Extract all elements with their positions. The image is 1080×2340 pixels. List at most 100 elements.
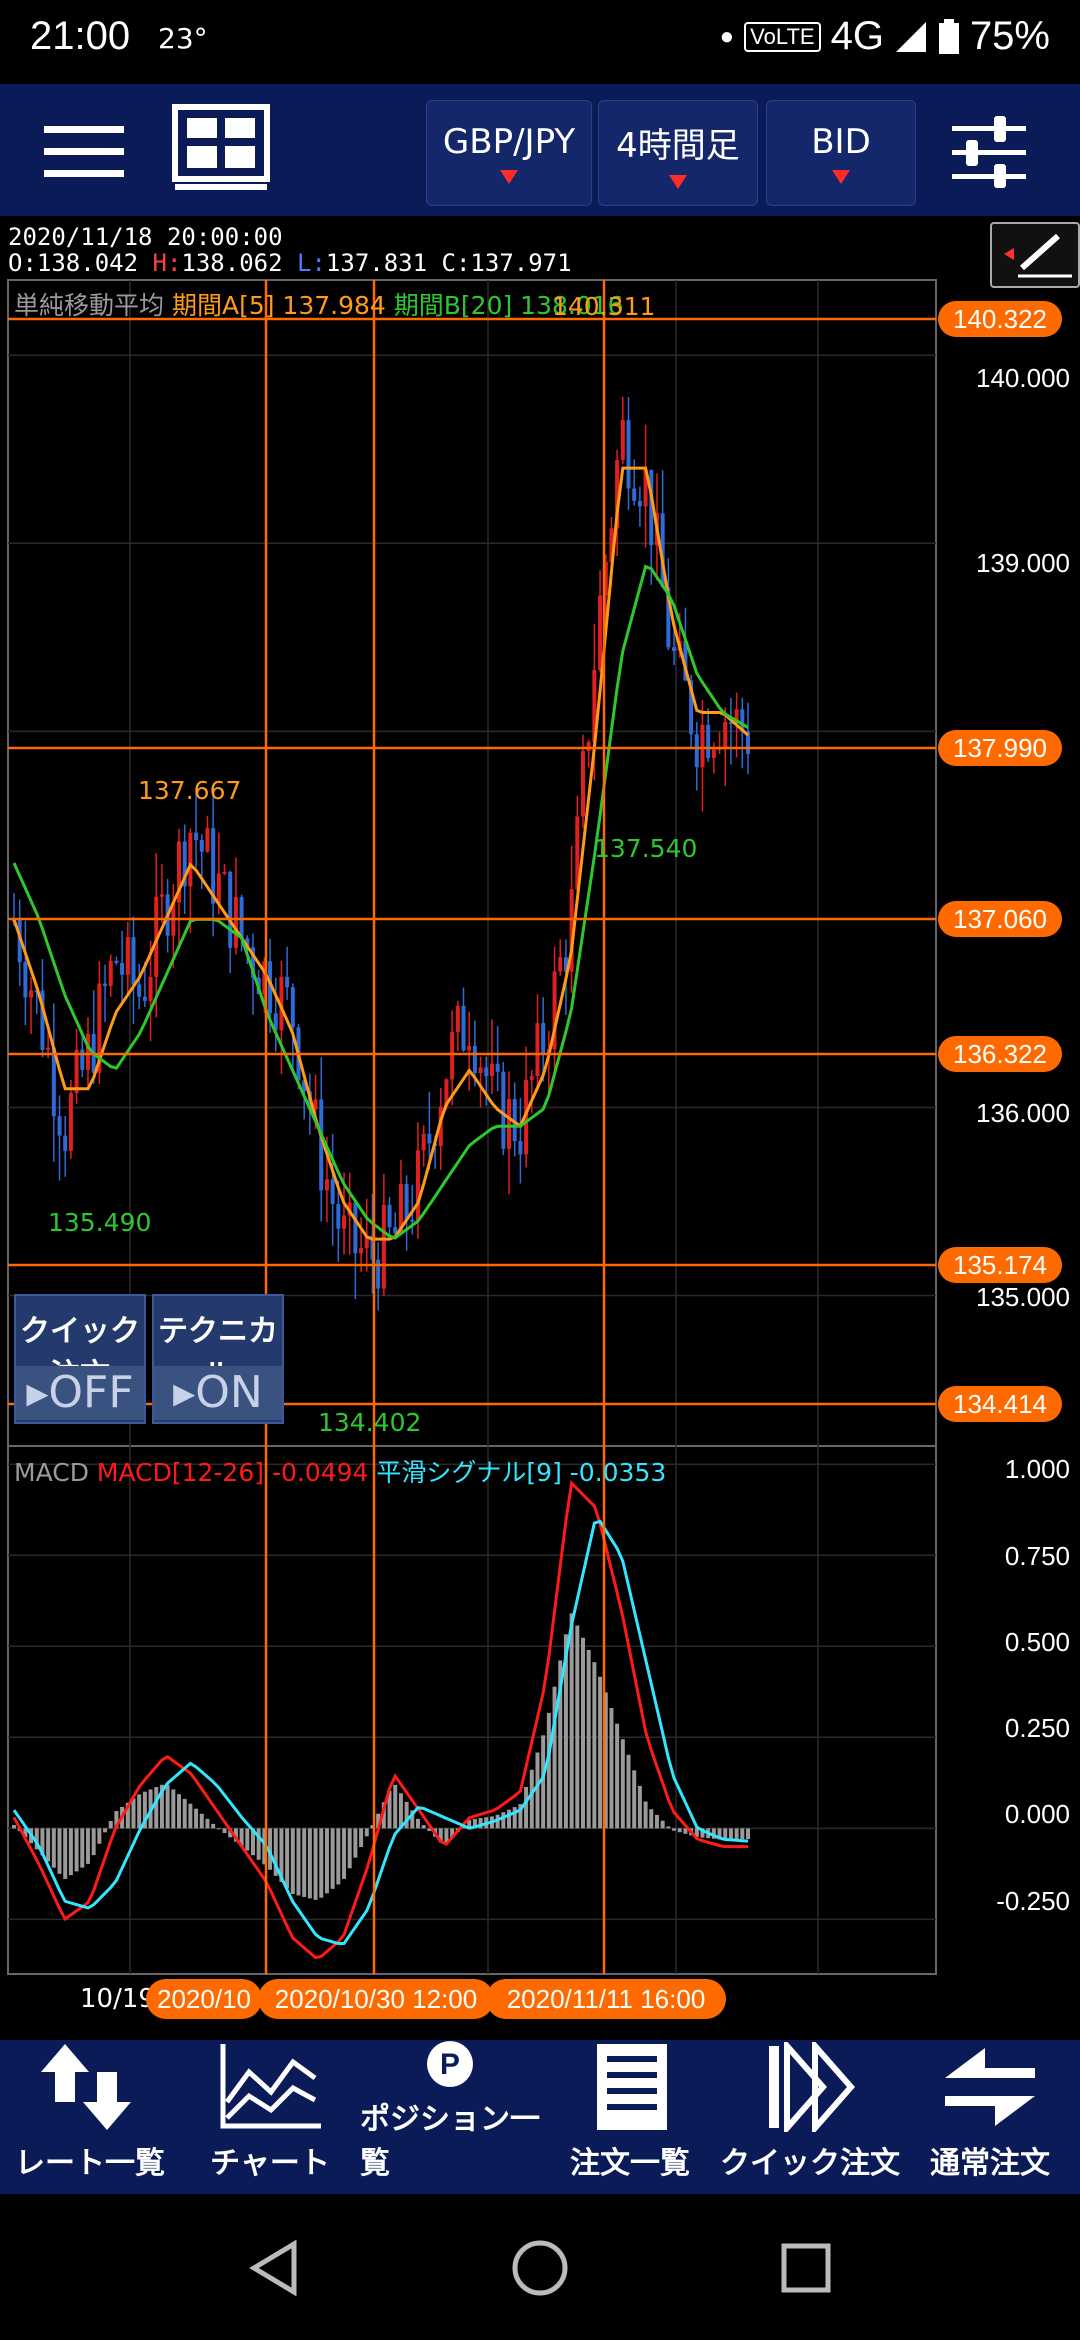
histogram-bar [313, 1828, 318, 1900]
macd-legend-macd: MACD[12-26] -0.0494 [96, 1458, 369, 1487]
candle-body [125, 937, 130, 975]
price-tag[interactable]: 137.990 [938, 730, 1062, 766]
recents-icon[interactable] [780, 2242, 832, 2294]
rate-arrows-icon [41, 2044, 131, 2130]
status-temperature: 23° [158, 22, 208, 55]
macd-axis-label: 0.250 [1004, 1713, 1070, 1743]
hamburger-icon [44, 126, 124, 177]
histogram-bar [569, 1613, 574, 1829]
back-icon[interactable] [248, 2240, 300, 2296]
date-tag[interactable]: 2020/10 [146, 1979, 262, 2019]
annotation-min-mid: 134.402 [318, 1408, 422, 1437]
histogram-bar [330, 1828, 335, 1889]
histogram-bar [632, 1770, 637, 1829]
timeframe-selector[interactable]: 4時間足 [598, 100, 758, 206]
candle-body [387, 1204, 392, 1228]
histogram-bar [165, 1784, 170, 1829]
candle-body [46, 1047, 51, 1050]
candle-body [586, 742, 591, 751]
price-tag[interactable]: 135.174 [938, 1247, 1062, 1283]
histogram-bar [592, 1662, 597, 1829]
battery-icon [938, 18, 959, 54]
nav-chart[interactable]: チャート [180, 2040, 360, 2194]
technical-state: ▸ON [154, 1366, 282, 1420]
price-panel-frame [7, 279, 937, 1447]
histogram-bar [74, 1828, 79, 1872]
histogram-bar [398, 1793, 403, 1829]
candle-body [159, 894, 164, 897]
chart-settings-button[interactable] [950, 114, 1030, 190]
signal-line [12, 1519, 749, 1945]
candle-body [228, 871, 233, 948]
price-tag[interactable]: 140.322 [938, 301, 1062, 337]
pair-selector[interactable]: GBP/JPY [426, 100, 592, 206]
candle-body [694, 734, 699, 768]
histogram-bar [421, 1825, 426, 1829]
histogram-bar [535, 1752, 540, 1829]
histogram-bar [353, 1828, 358, 1858]
technical-toggle[interactable]: テクニカル ▸ON [152, 1294, 284, 1424]
candle-body [324, 1179, 329, 1191]
histogram-bar [342, 1828, 347, 1879]
nav-positions[interactable]: P ポジション一覧 [360, 2040, 540, 2194]
home-icon[interactable] [510, 2238, 570, 2298]
quick-order-state: ▸OFF [16, 1366, 144, 1420]
layout-grid-icon [172, 104, 270, 190]
candle-body [489, 1063, 494, 1077]
histogram-bar [359, 1828, 364, 1848]
date-tag[interactable]: 2020/10/30 12:00 [258, 1979, 494, 2019]
candle-body [598, 595, 603, 670]
candle-body [290, 987, 295, 1028]
macd-legend-signal: 平滑シグナル[9] -0.0353 [376, 1458, 667, 1487]
price-tag[interactable]: 137.060 [938, 901, 1062, 937]
histogram-bar [609, 1707, 614, 1829]
candle-body [103, 983, 108, 987]
histogram-bar [182, 1798, 187, 1829]
bottom-navigation: レート一覧 チャート P ポジション一覧 注文一覧 クイック注文 通常注文 [0, 2040, 1080, 2194]
histogram-bar [415, 1818, 420, 1829]
candle-body [484, 1067, 489, 1077]
candle-body [120, 962, 125, 975]
nav-label: 通常注文 [930, 2146, 1050, 2181]
histogram-bar [393, 1784, 398, 1829]
price-type-label: BID [811, 122, 871, 162]
price-axis-label: 135.000 [976, 1282, 1070, 1312]
candle-body [68, 1093, 73, 1151]
nav-quick-order[interactable]: クイック注文 [720, 2040, 900, 2194]
macd-axis-label: 1.000 [1004, 1454, 1070, 1484]
candle-body [239, 897, 244, 939]
candle-body [478, 1067, 483, 1073]
date-axis-label: 10/19 [80, 1984, 155, 2014]
pair-label: GBP/JPY [442, 122, 576, 162]
macd-legend-name: MACD [14, 1458, 89, 1487]
menu-button[interactable] [44, 122, 128, 182]
macd-axis-label: 0.750 [1004, 1541, 1070, 1571]
histogram-bar [666, 1826, 671, 1829]
candle-body [188, 832, 193, 887]
date-tag[interactable]: 2020/11/11 16:00 [486, 1979, 726, 2019]
histogram-bar [57, 1828, 62, 1874]
price-tag[interactable]: 134.414 [938, 1386, 1062, 1422]
histogram-bar [199, 1813, 204, 1829]
histogram-bar [85, 1828, 90, 1864]
candle-body [501, 1071, 506, 1149]
nav-normal-order[interactable]: 通常注文 [900, 2040, 1080, 2194]
candle-body [23, 962, 28, 998]
nav-rate-list[interactable]: レート一覧 [0, 2040, 180, 2194]
histogram-bar [541, 1735, 546, 1829]
nav-label: ポジション一覧 [360, 2102, 540, 2181]
network-type: 4G [830, 14, 884, 58]
candle-body [626, 419, 631, 489]
price-tag[interactable]: 136.322 [938, 1036, 1062, 1072]
layout-button[interactable] [172, 104, 272, 194]
nav-orders[interactable]: 注文一覧 [540, 2040, 720, 2194]
candle-body [285, 976, 290, 988]
candle-body [535, 1023, 540, 1077]
price-chart[interactable] [0, 216, 1080, 2040]
candle-body [74, 1049, 79, 1094]
price-type-selector[interactable]: BID [766, 100, 916, 206]
histogram-bar [68, 1828, 73, 1876]
quick-order-toggle[interactable]: クイック注文 ▸OFF [14, 1294, 146, 1424]
candle-body [404, 1184, 409, 1220]
histogram-bar [171, 1789, 176, 1829]
